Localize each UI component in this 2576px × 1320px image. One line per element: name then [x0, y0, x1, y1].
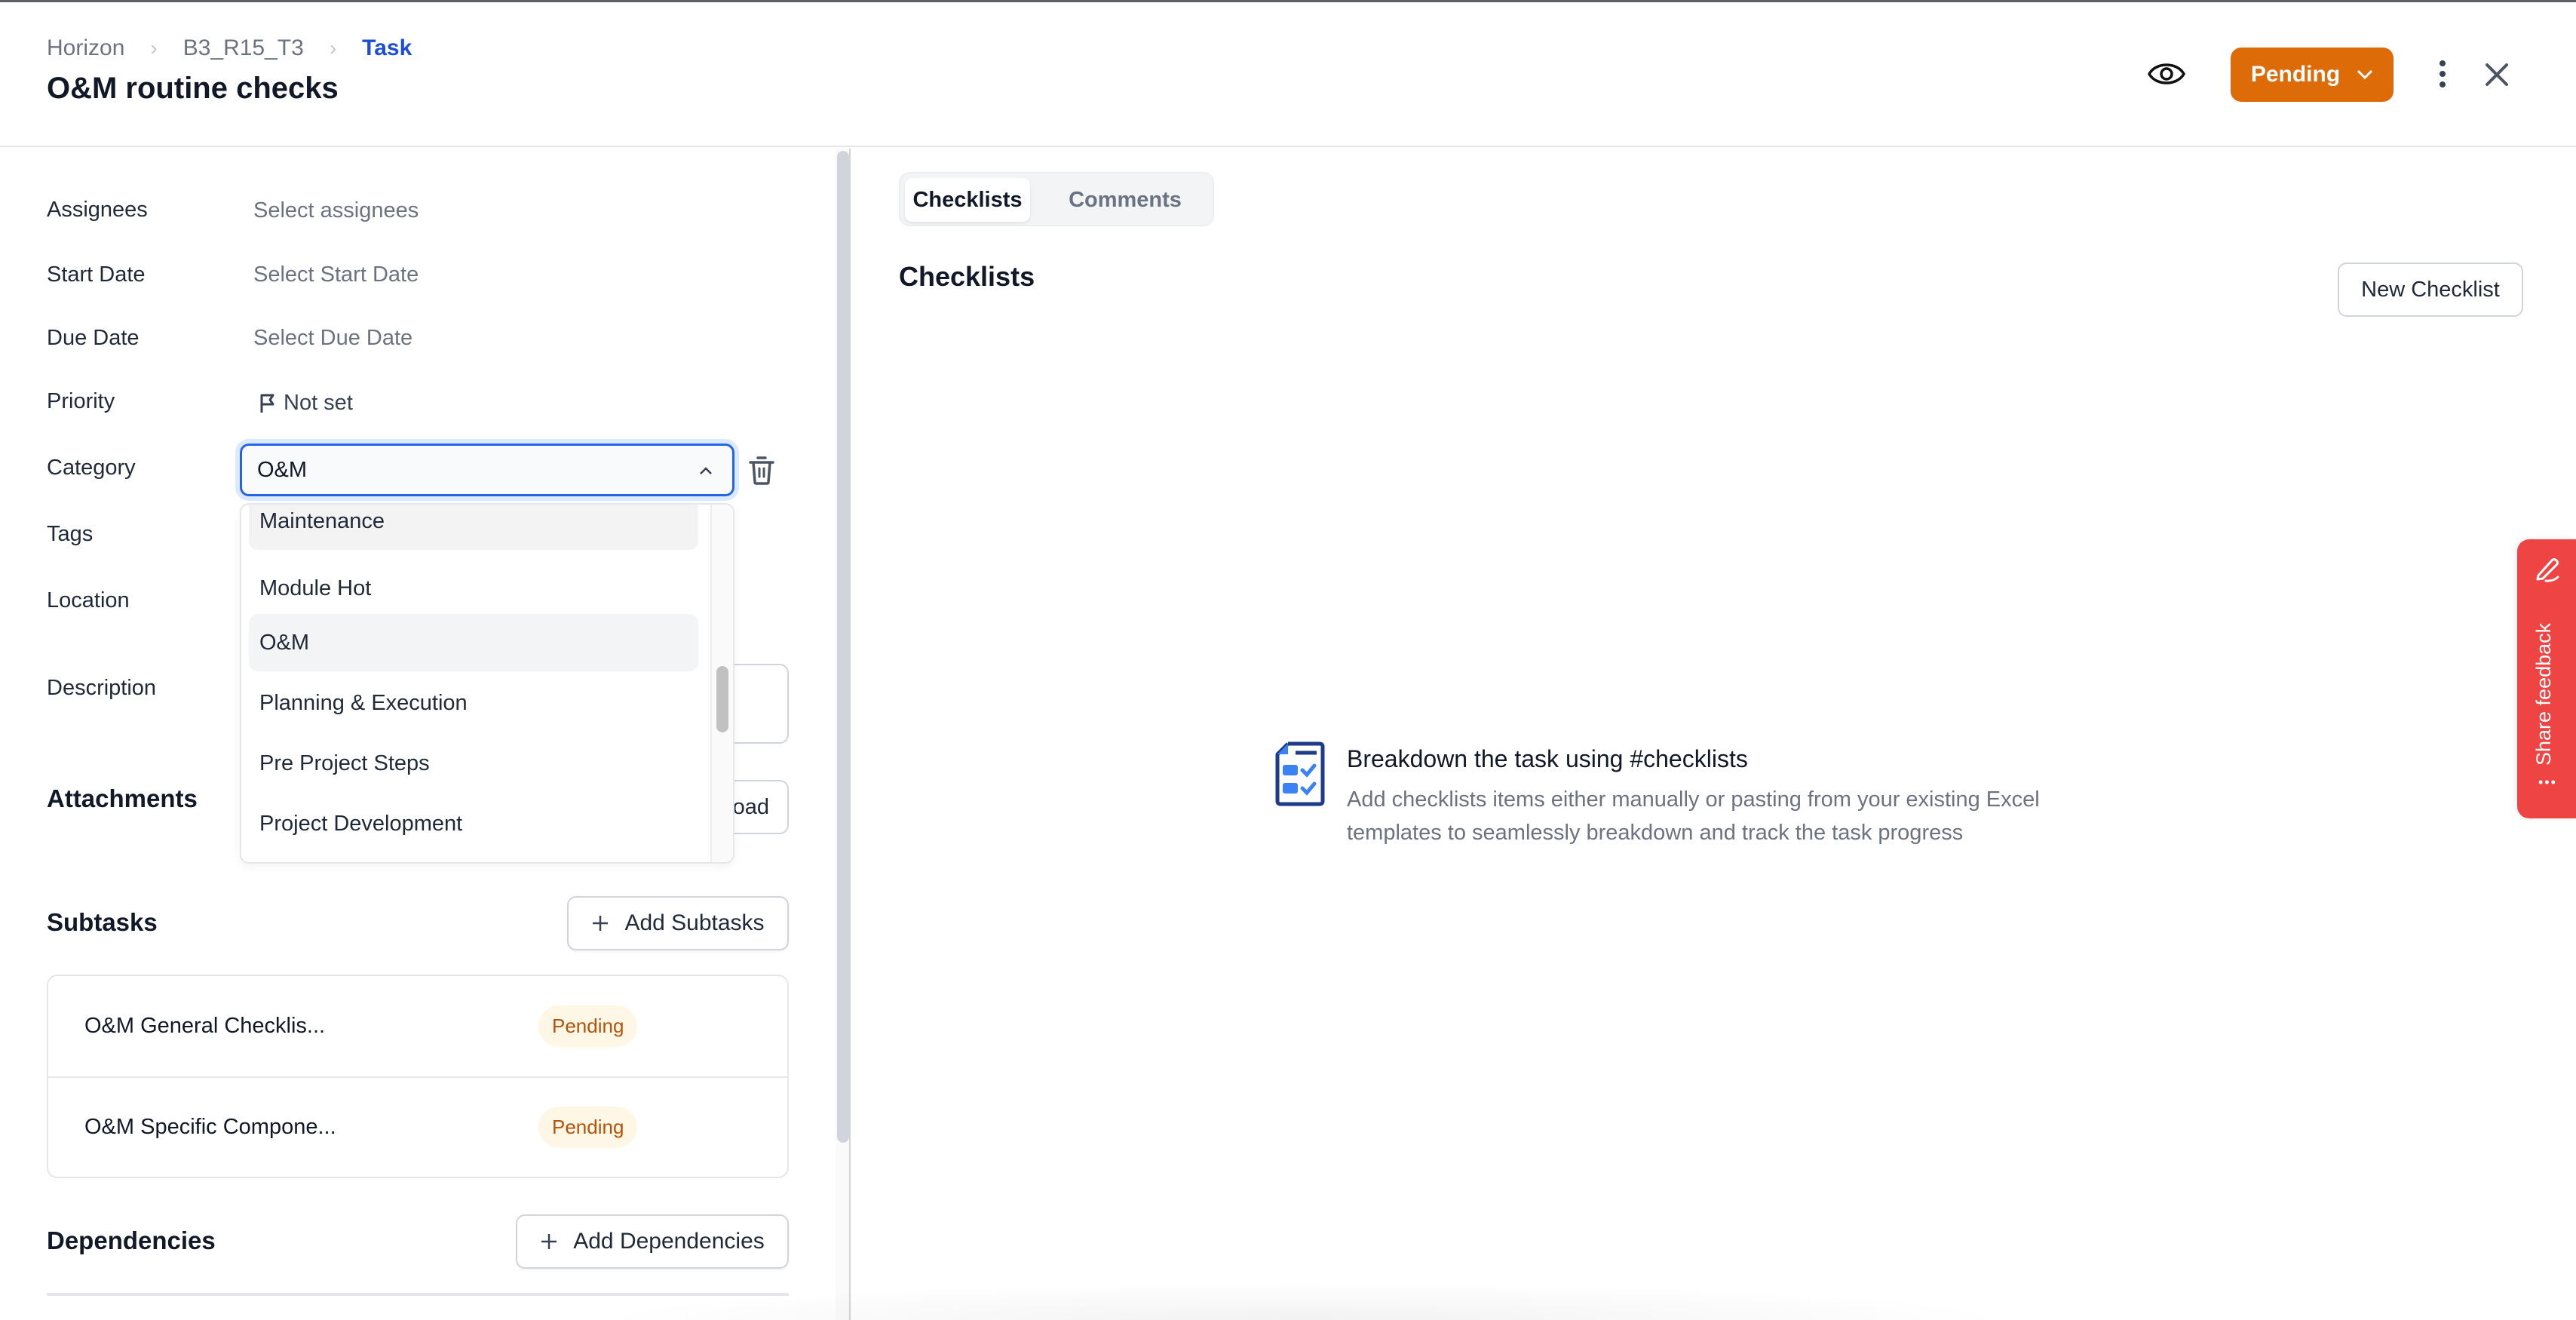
- task-header: Horizon › B3_R15_T3 › Task O&M routine c…: [0, 2, 2576, 147]
- new-checklist-button[interactable]: New Checklist: [2338, 262, 2523, 317]
- priority-label: Priority: [47, 389, 115, 413]
- subtask-name[interactable]: O&M Specific Compone...: [84, 1115, 336, 1140]
- trash-icon: [749, 456, 774, 485]
- category-select[interactable]: O&M: [240, 444, 734, 496]
- location-label: Location: [47, 588, 130, 612]
- add-subtasks-button[interactable]: Add Subtasks: [567, 896, 789, 950]
- status-badge: Pending: [538, 1005, 638, 1047]
- category-option[interactable]: Maintenance: [249, 505, 698, 550]
- section-divider: [47, 1293, 789, 1296]
- left-panel-scrollbar-thumb[interactable]: [837, 151, 849, 1143]
- description-label: Description: [47, 676, 157, 700]
- add-dependencies-label: Add Dependencies: [573, 1229, 765, 1254]
- tab-bar: Checklists Comments: [899, 172, 1214, 226]
- close-button[interactable]: [2482, 60, 2511, 89]
- more-dots-icon: •••: [2538, 775, 2557, 790]
- due-date-picker[interactable]: Select Due Date: [253, 326, 412, 351]
- watch-button[interactable]: [2147, 59, 2186, 89]
- tab-comments[interactable]: Comments: [1050, 178, 1201, 222]
- dropdown-scrollbar-thumb[interactable]: [716, 666, 728, 732]
- due-date-label: Due Date: [47, 326, 140, 350]
- start-date-picker[interactable]: Select Start Date: [253, 262, 419, 287]
- category-option[interactable]: Pre Project Steps: [249, 735, 698, 792]
- priority-value: Not set: [284, 391, 353, 415]
- chevron-up-icon: [700, 467, 712, 474]
- left-panel-scrollbar[interactable]: [836, 149, 851, 1320]
- breadcrumb-parent[interactable]: B3_R15_T3: [183, 35, 304, 61]
- status-label: Pending: [2250, 62, 2341, 87]
- breadcrumb-current: Task: [362, 35, 412, 60]
- category-option-selected[interactable]: O&M: [249, 614, 698, 671]
- status-dropdown-button[interactable]: Pending: [2231, 48, 2394, 102]
- category-dropdown-menu: Maintenance Module Hot O&M Planning & Ex…: [240, 503, 734, 864]
- flag-icon: [260, 394, 274, 413]
- assignees-select[interactable]: Select assignees: [253, 198, 419, 223]
- chevron-down-icon: [2357, 69, 2373, 80]
- close-icon: [2486, 63, 2508, 86]
- checklist-icon: [1275, 741, 1325, 806]
- chevron-right-icon: ›: [329, 36, 337, 60]
- empty-state-description: Add checklists items either manually or …: [1347, 787, 2040, 845]
- plus-icon: [541, 1234, 557, 1249]
- subtask-name[interactable]: O&M General Checklis...: [84, 1014, 325, 1039]
- subtask-row[interactable]: O&M Specific Compone... Pending: [48, 1076, 787, 1177]
- add-subtasks-label: Add Subtasks: [624, 910, 765, 935]
- breadcrumb: Horizon › B3_R15_T3 › Task: [47, 35, 412, 61]
- tags-label: Tags: [47, 522, 94, 546]
- more-options-button[interactable]: [2433, 59, 2452, 89]
- category-option[interactable]: Planning & Execution: [249, 674, 698, 732]
- share-feedback-label: Share feedback: [2532, 622, 2555, 766]
- category-option[interactable]: Module Hot: [249, 560, 698, 617]
- priority-select[interactable]: Not set: [259, 391, 353, 416]
- pencil-icon: [2536, 558, 2559, 582]
- add-dependencies-button[interactable]: Add Dependencies: [516, 1214, 789, 1269]
- category-option[interactable]: Project Development: [249, 795, 698, 852]
- subtasks-title: Subtasks: [47, 908, 158, 936]
- attachments-title: Attachments: [47, 784, 198, 812]
- chevron-right-icon: ›: [150, 36, 158, 60]
- dependencies-title: Dependencies: [47, 1226, 216, 1254]
- breadcrumb-project[interactable]: Horizon: [47, 35, 124, 61]
- tab-checklists[interactable]: Checklists: [905, 178, 1030, 222]
- clear-category-button[interactable]: [748, 456, 775, 486]
- start-date-label: Start Date: [47, 262, 146, 287]
- page-title: O&M routine checks: [47, 72, 339, 105]
- status-badge: Pending: [538, 1107, 638, 1148]
- kebab-vertical-icon: [2440, 60, 2446, 87]
- subtasks-list: O&M General Checklis... Pending O&M Spec…: [47, 975, 789, 1178]
- panel-divider: [849, 149, 851, 1320]
- subtask-row[interactable]: O&M General Checklis... Pending: [48, 976, 787, 1076]
- category-label: Category: [47, 456, 136, 480]
- category-value: O&M: [257, 457, 308, 482]
- empty-state-title: Breakdown the task using #checklists: [1347, 745, 1748, 772]
- eye-icon: [2147, 63, 2186, 84]
- share-feedback-tab[interactable]: Share feedback •••: [2517, 539, 2576, 818]
- checklists-heading: Checklists: [899, 261, 1035, 292]
- plus-icon: [593, 916, 609, 931]
- dropdown-scrollbar[interactable]: [710, 505, 733, 862]
- assignees-label: Assignees: [47, 198, 148, 222]
